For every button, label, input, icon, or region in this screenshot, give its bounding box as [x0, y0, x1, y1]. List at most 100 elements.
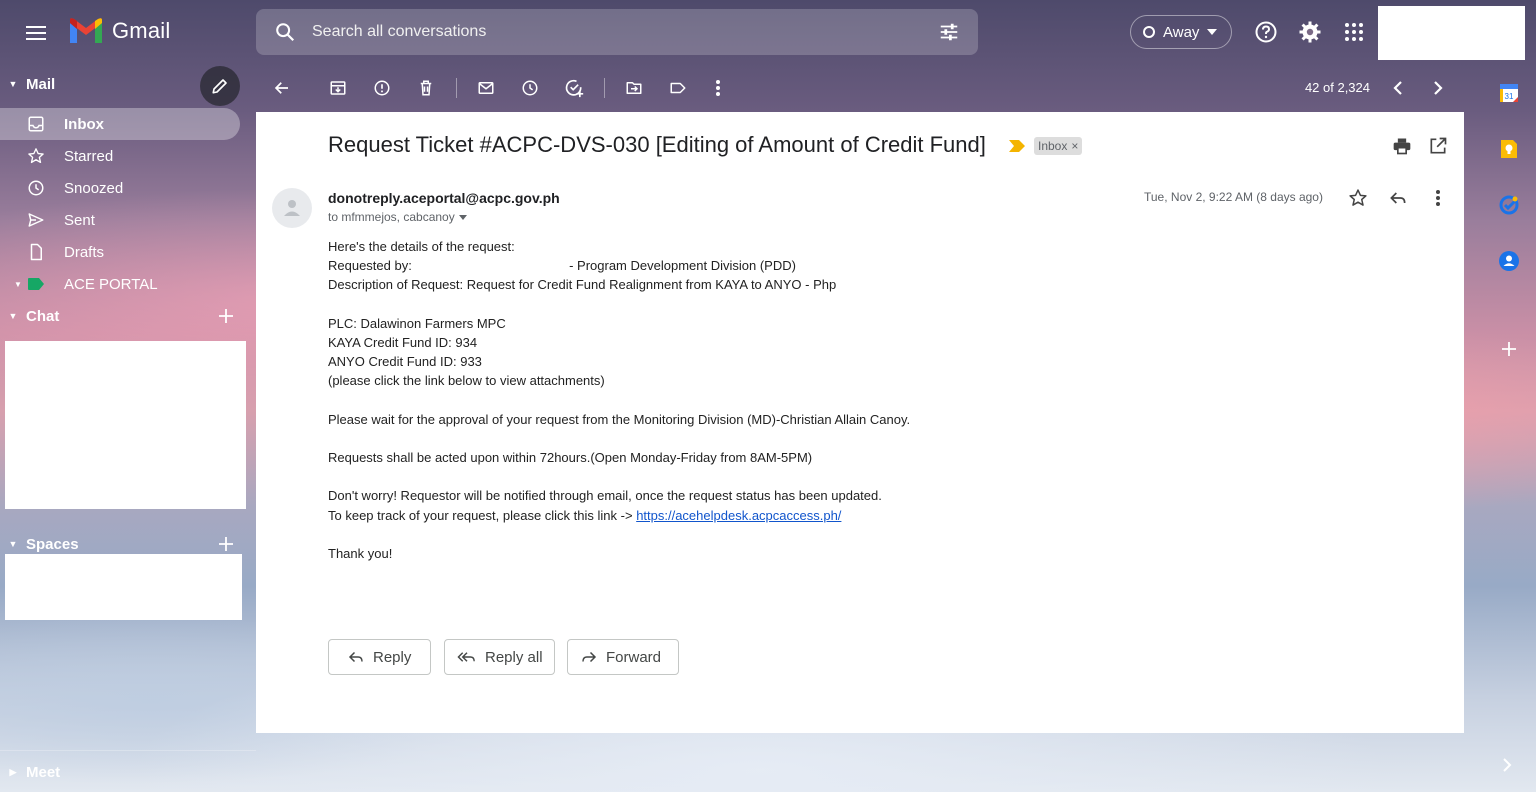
keep-icon[interactable]	[1498, 138, 1520, 160]
forward-button[interactable]: Forward	[567, 639, 679, 675]
sender-email[interactable]: donotreply.aceportal@acpc.gov.ph	[328, 190, 560, 206]
move-to-icon[interactable]	[622, 76, 646, 100]
search-input[interactable]	[312, 20, 912, 44]
email-body: Here's the details of the request: Reque…	[328, 237, 910, 563]
contacts-icon[interactable]	[1498, 250, 1520, 272]
snooze-clock-icon[interactable]	[518, 76, 542, 100]
meet-section-header[interactable]: ▶ Meet	[0, 756, 256, 788]
redacted-chat-list	[5, 341, 246, 509]
inbox-label-chip[interactable]: Inbox ×	[1034, 137, 1083, 155]
print-icon[interactable]	[1390, 134, 1414, 158]
sidebar-item-label: Starred	[64, 147, 114, 165]
sender-avatar[interactable]	[272, 188, 312, 228]
recipients-line[interactable]: to mfmmejos, cabcanoy	[328, 210, 467, 224]
reply-button[interactable]: Reply	[328, 639, 431, 675]
new-space-plus-icon[interactable]	[217, 535, 235, 553]
pagination-count: 42 of 2,324	[1304, 80, 1370, 95]
apps-grid-icon[interactable]	[1342, 20, 1366, 44]
report-spam-icon[interactable]	[370, 76, 394, 100]
calendar-icon[interactable]: 31	[1498, 82, 1520, 104]
tasks-icon[interactable]	[1498, 194, 1520, 216]
reply-all-button[interactable]: Reply all	[444, 639, 555, 675]
toolbar-divider	[604, 78, 605, 98]
body-line-track: To keep track of your request, please cl…	[328, 506, 910, 525]
search-icon[interactable]	[274, 21, 296, 43]
forward-button-label: Forward	[606, 648, 662, 666]
search-options-icon[interactable]	[938, 21, 960, 43]
email-subject: Request Ticket #ACPC-DVS-030 [Editing of…	[328, 132, 986, 157]
person-icon	[284, 200, 300, 216]
label-tag-icon[interactable]	[666, 76, 690, 100]
sidebar-item-sent[interactable]: Sent	[0, 204, 240, 236]
send-icon	[0, 211, 64, 229]
trash-icon[interactable]	[414, 76, 438, 100]
requested-by-label: Requested by:	[328, 258, 412, 274]
sidebar-item-inbox[interactable]: Inbox	[0, 108, 240, 140]
draft-icon	[0, 243, 64, 261]
sidebar-item-ace-portal[interactable]: ▼ ACE PORTAL	[0, 268, 240, 300]
sidebar-item-label: Drafts	[64, 243, 105, 261]
status-selector[interactable]: Away	[1130, 15, 1232, 49]
app-name: Gmail	[112, 18, 171, 43]
archive-icon[interactable]	[326, 76, 350, 100]
search-bar[interactable]	[256, 9, 978, 55]
expand-panel-chevron-icon[interactable]	[1502, 758, 1512, 772]
settings-gear-icon[interactable]	[1298, 20, 1322, 44]
redacted-spaces-list	[5, 554, 242, 620]
body-line: Don't worry! Requestor will be notified …	[328, 488, 882, 504]
main-menu-button[interactable]	[20, 17, 52, 49]
spaces-section-label: Spaces	[26, 535, 79, 553]
reply-button-label: Reply	[373, 648, 412, 666]
newer-chevron-left-icon[interactable]	[1386, 76, 1410, 100]
star-icon	[0, 147, 64, 165]
caret-down-icon: ▼	[14, 279, 22, 289]
star-icon[interactable]	[1346, 186, 1370, 210]
forward-icon	[582, 651, 597, 663]
body-line: Here's the details of the request:	[328, 239, 515, 254]
compose-button[interactable]	[200, 66, 240, 106]
gmail-logo[interactable]: Gmail	[68, 17, 170, 45]
sidebar-item-label: ACE PORTAL	[64, 275, 158, 293]
sidebar-item-label: Sent	[64, 211, 95, 229]
mark-unread-icon[interactable]	[474, 76, 498, 100]
label-chip-text: Inbox	[1038, 139, 1068, 153]
caret-down-icon: ▼	[8, 79, 18, 89]
body-line: Please wait for the approval of your req…	[328, 411, 911, 427]
body-line: KAYA Credit Fund ID: 934	[328, 334, 478, 350]
help-icon[interactable]	[1254, 20, 1278, 44]
more-vert-icon[interactable]	[706, 76, 730, 100]
older-chevron-right-icon[interactable]	[1426, 76, 1450, 100]
sidebar-item-starred[interactable]: Starred	[0, 140, 240, 172]
caret-down-icon: ▼	[8, 311, 18, 321]
reply-icon[interactable]	[1386, 186, 1410, 210]
chevron-down-icon	[1207, 29, 1218, 35]
remove-label-close-icon[interactable]: ×	[1071, 139, 1078, 153]
back-arrow-icon[interactable]	[270, 76, 294, 100]
away-status-icon	[1143, 26, 1155, 38]
chat-section-label: Chat	[26, 307, 60, 325]
redacted-account-area	[1378, 6, 1525, 60]
caret-right-icon: ▶	[9, 766, 17, 777]
sidebar-item-snoozed[interactable]: Snoozed	[0, 172, 240, 204]
toolbar-divider	[456, 78, 457, 98]
mail-section-label: Mail	[26, 75, 56, 93]
divider	[0, 750, 256, 751]
track-text: To keep track of your request, please cl…	[328, 507, 633, 523]
reply-all-icon	[457, 652, 475, 662]
label-icon	[0, 277, 64, 291]
sidebar-item-drafts[interactable]: Drafts	[0, 236, 240, 268]
new-chat-plus-icon[interactable]	[217, 307, 235, 325]
open-new-window-icon[interactable]	[1426, 134, 1450, 158]
reply-all-button-label: Reply all	[485, 648, 543, 666]
helpdesk-link[interactable]: https://acehelpdesk.acpcaccess.ph/	[636, 508, 841, 523]
important-marker-icon[interactable]	[1008, 139, 1026, 153]
more-vert-icon[interactable]	[1426, 186, 1450, 210]
meet-section-label: Meet	[26, 763, 61, 781]
add-task-icon[interactable]	[562, 76, 586, 100]
inbox-icon	[0, 115, 64, 133]
sidebar-item-label: Inbox	[64, 115, 104, 133]
get-addons-plus-icon[interactable]	[1500, 340, 1518, 358]
